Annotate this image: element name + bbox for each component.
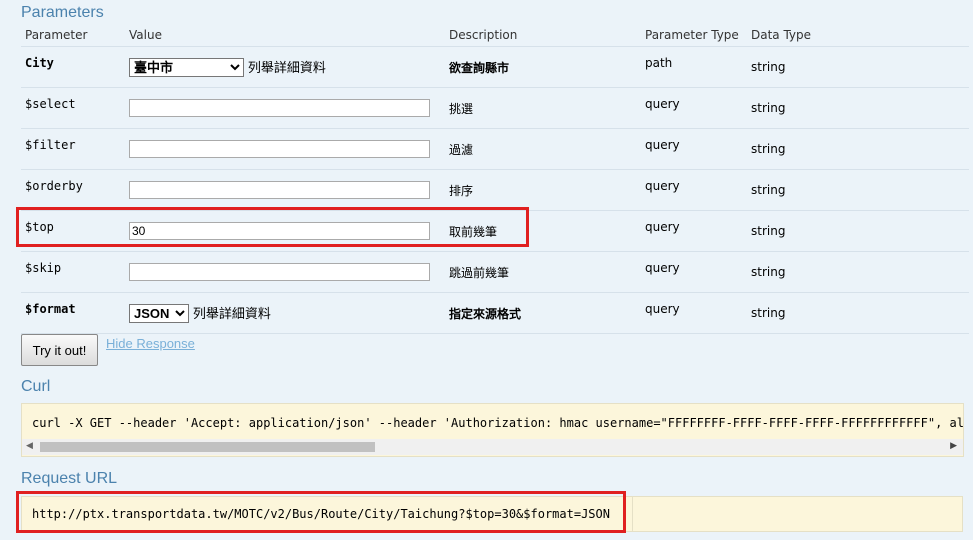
param-description: 挑選 — [449, 101, 474, 116]
parameters-table: Parameter Value Description Parameter Ty… — [21, 24, 969, 334]
param-name: $select — [25, 97, 76, 111]
curl-command: curl -X GET --header 'Accept: applicatio… — [32, 416, 964, 430]
try-it-out-button[interactable]: Try it out! — [21, 334, 98, 366]
scroll-right-icon[interactable]: ▶ — [950, 441, 957, 451]
param-description: 排序 — [449, 183, 474, 198]
col-parameter-type: Parameter Type — [641, 24, 747, 47]
table-header-row: Parameter Value Description Parameter Ty… — [21, 24, 969, 47]
param-name: $format — [25, 302, 76, 316]
col-data-type: Data Type — [747, 24, 969, 47]
param-row-filter: $filter 過濾 query string — [21, 128, 969, 170]
param-row-select: $select 挑選 query string — [21, 87, 969, 129]
curl-title: Curl — [21, 378, 51, 395]
param-type: query — [645, 302, 680, 316]
data-type: string — [751, 183, 786, 197]
param-row-top: $top 取前幾筆 query string — [21, 210, 969, 252]
data-type: string — [751, 306, 786, 320]
param-type: query — [645, 261, 680, 275]
param-type: query — [645, 138, 680, 152]
param-name: $filter — [25, 138, 76, 152]
param-name: $skip — [25, 261, 62, 275]
param-row-skip: $skip 跳過前幾筆 query string — [21, 251, 969, 293]
param-name: City — [25, 56, 54, 70]
top-input[interactable] — [129, 222, 430, 240]
curl-box: curl -X GET --header 'Accept: applicatio… — [21, 403, 964, 457]
scroll-thumb[interactable] — [40, 442, 375, 452]
list-details-link[interactable]: 列舉詳細資料 — [248, 61, 326, 76]
request-url-title: Request URL — [21, 470, 118, 487]
col-value: Value — [125, 24, 445, 47]
param-row-format: $format JSON 列舉詳細資料 指定來源格式 query string — [21, 292, 969, 334]
data-type: string — [751, 224, 786, 238]
col-parameter: Parameter — [21, 24, 125, 47]
request-url-box-extension — [621, 496, 963, 532]
param-type: path — [645, 56, 673, 70]
orderby-input[interactable] — [129, 181, 430, 199]
request-url-box: http://ptx.transportdata.tw/MOTC/v2/Bus/… — [21, 496, 633, 532]
scroll-left-icon[interactable]: ◀ — [26, 441, 33, 451]
data-type: string — [751, 60, 786, 74]
request-url: http://ptx.transportdata.tw/MOTC/v2/Bus/… — [32, 507, 610, 521]
param-description: 取前幾筆 — [449, 224, 498, 239]
list-details-link[interactable]: 列舉詳細資料 — [193, 307, 271, 322]
data-type: string — [751, 142, 786, 156]
hide-response-link[interactable]: Hide Response — [106, 336, 195, 351]
param-name: $orderby — [25, 179, 83, 193]
format-select[interactable]: JSON — [129, 304, 189, 323]
data-type: string — [751, 265, 786, 279]
filter-input[interactable] — [129, 140, 430, 158]
skip-input[interactable] — [129, 263, 430, 281]
param-type: query — [645, 179, 680, 193]
param-row-city: City 臺中市 列舉詳細資料 欲查詢縣市 path string — [21, 46, 969, 88]
param-type: query — [645, 220, 680, 234]
data-type: string — [751, 101, 786, 115]
param-description: 過濾 — [449, 142, 474, 157]
param-description: 指定來源格式 — [449, 306, 522, 321]
col-description: Description — [445, 24, 641, 47]
parameters-title: Parameters — [21, 4, 104, 21]
param-type: query — [645, 97, 680, 111]
param-description: 跳過前幾筆 — [449, 265, 510, 280]
param-row-orderby: $orderby 排序 query string — [21, 169, 969, 211]
param-description: 欲查詢縣市 — [449, 60, 510, 75]
horizontal-scrollbar[interactable]: ◀ ▶ — [22, 439, 963, 455]
select-input[interactable] — [129, 99, 430, 117]
param-name: $top — [25, 220, 54, 234]
city-select[interactable]: 臺中市 — [129, 58, 244, 77]
